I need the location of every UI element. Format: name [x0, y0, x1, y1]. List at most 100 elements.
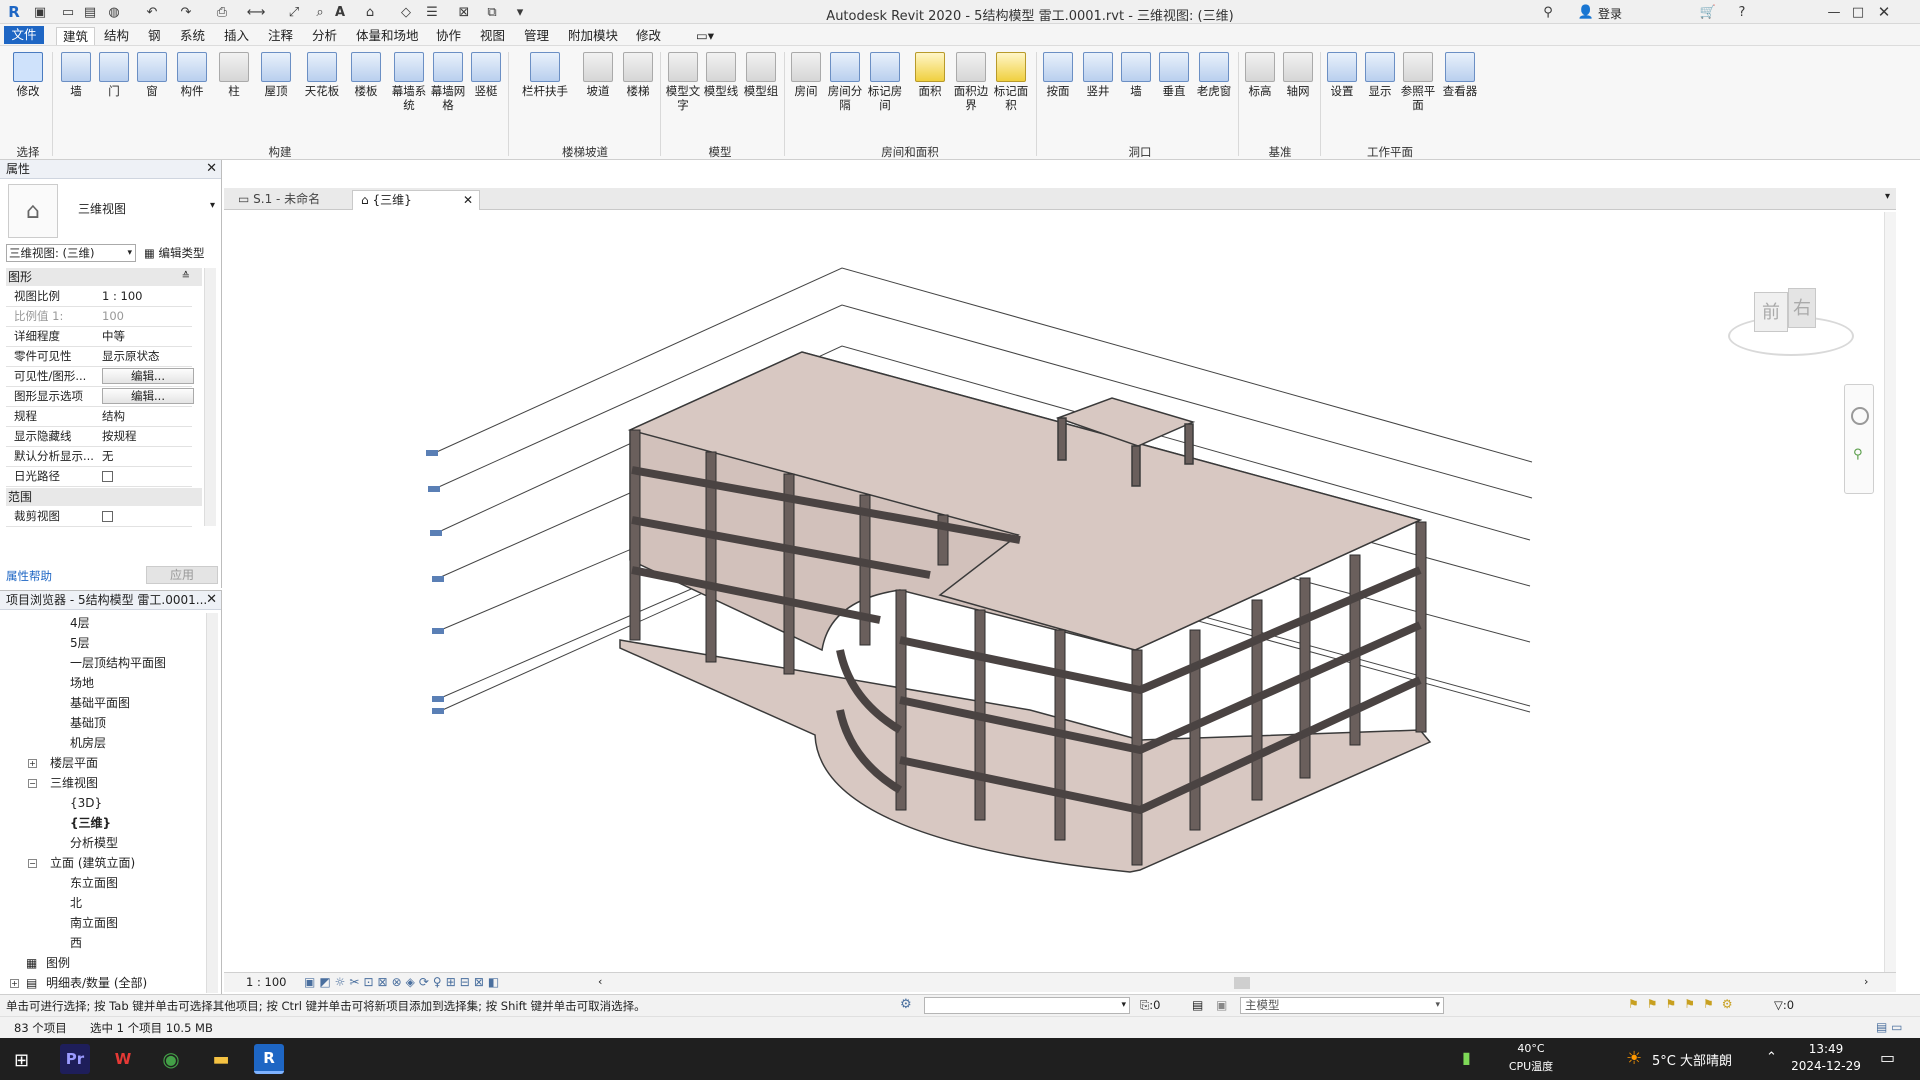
- tag-icon[interactable]: ⌕: [312, 4, 328, 20]
- redo-icon[interactable]: ↷: [178, 4, 194, 20]
- tree-item[interactable]: 北: [70, 895, 82, 911]
- customize-dropdown-icon[interactable]: ▾: [512, 4, 528, 20]
- tree-item[interactable]: 三维视图: [50, 775, 98, 791]
- room-button[interactable]: 房间: [788, 52, 824, 98]
- text-icon[interactable]: A: [332, 4, 348, 20]
- column-button[interactable]: 柱: [216, 52, 252, 98]
- tree-item[interactable]: 立面 (建筑立面): [50, 855, 135, 871]
- section-icon[interactable]: ◇: [398, 4, 414, 20]
- group-graphics[interactable]: 图形 ≙: [6, 268, 202, 286]
- structure-3d-model[interactable]: [224, 212, 1896, 972]
- viewer-button[interactable]: 查看器: [1440, 52, 1480, 98]
- mullion-button[interactable]: 竖梃: [468, 52, 504, 98]
- minimize-icon[interactable]: —: [1826, 4, 1842, 20]
- close-tab-icon[interactable]: ✕: [463, 191, 473, 210]
- model-line-button[interactable]: 模型线: [702, 52, 740, 98]
- tab-manage[interactable]: 管理: [518, 27, 555, 45]
- search-binoculars-icon[interactable]: ⚲: [1540, 4, 1556, 20]
- thin-lines-icon[interactable]: ☰: [424, 4, 440, 20]
- prop-row[interactable]: 显示隐藏线 按规程: [6, 427, 192, 447]
- tree-item[interactable]: 一层顶结构平面图: [70, 655, 166, 671]
- properties-scrollbar[interactable]: [204, 268, 216, 526]
- tabs-dropdown-icon[interactable]: ▾: [1885, 191, 1890, 202]
- tab-view-3d[interactable]: ⌂ {三维} ✕: [352, 190, 480, 210]
- revit-logo-icon[interactable]: R: [6, 3, 22, 21]
- set-workplane-button[interactable]: 设置: [1324, 52, 1360, 98]
- properties-help-link[interactable]: 属性帮助: [6, 568, 52, 584]
- collapse-toggle[interactable]: −: [28, 859, 37, 868]
- zoom-icon[interactable]: ⚲: [1853, 447, 1863, 462]
- close-icon[interactable]: ✕: [206, 160, 217, 178]
- expand-toggle[interactable]: +: [28, 759, 37, 768]
- tree-item[interactable]: 机房层: [70, 735, 106, 751]
- prop-row[interactable]: 详细程度 中等: [6, 327, 192, 347]
- weather-icon[interactable]: ☀: [1626, 1048, 1642, 1069]
- by-face-button[interactable]: 按面: [1042, 52, 1074, 98]
- edit-graphic-display-button[interactable]: 编辑...: [102, 388, 194, 404]
- horizontal-scroll-thumb[interactable]: [1234, 977, 1250, 989]
- instance-select[interactable]: 三维视图: (三维) ▾: [6, 244, 136, 262]
- design-option-dropdown[interactable]: 主模型 ▾: [1240, 997, 1444, 1014]
- tab-view[interactable]: 视图: [474, 27, 511, 45]
- crop-view-checkbox[interactable]: [102, 511, 113, 522]
- clock-time[interactable]: 13:49: [1796, 1042, 1856, 1056]
- tree-item[interactable]: 西: [70, 935, 82, 951]
- ramp-button[interactable]: 坡道: [580, 52, 616, 98]
- tab-modify[interactable]: 修改: [630, 27, 667, 45]
- tree-item[interactable]: 4层: [70, 615, 90, 631]
- measure-icon[interactable]: ⟷: [247, 4, 266, 20]
- panel-room-area[interactable]: 房间和面积: [860, 144, 960, 160]
- tag-room-button[interactable]: 标记房间: [866, 52, 904, 112]
- prop-row[interactable]: 视图比例 1 : 100: [6, 287, 192, 307]
- file-explorer-icon[interactable]: ▬: [206, 1044, 236, 1074]
- prop-row[interactable]: 默认分析显示... 无: [6, 447, 192, 467]
- type-name[interactable]: 三维视图: [78, 200, 126, 217]
- room-separator-button[interactable]: 房间分隔: [826, 52, 864, 112]
- tree-item[interactable]: 楼层平面: [50, 755, 98, 771]
- tree-item[interactable]: 基础顶: [70, 715, 106, 731]
- browser-scrollbar[interactable]: [206, 613, 218, 993]
- door-button[interactable]: 门: [96, 52, 132, 98]
- tree-item[interactable]: 基础平面图: [70, 695, 130, 711]
- view-scale[interactable]: 1 : 100: [246, 975, 286, 989]
- layout-icon[interactable]: ▤ ▭: [1876, 1020, 1903, 1034]
- tree-item[interactable]: 分析模型: [70, 835, 118, 851]
- help-icon[interactable]: ?: [1734, 4, 1750, 20]
- 3d-view-icon[interactable]: ⌂: [362, 4, 378, 20]
- vertical-opening-button[interactable]: 垂直: [1156, 52, 1192, 98]
- switch-windows-icon[interactable]: ⧉: [484, 4, 500, 20]
- window-button[interactable]: 窗: [134, 52, 170, 98]
- tab-systems[interactable]: 系统: [174, 27, 211, 45]
- show-workplane-button[interactable]: 显示: [1362, 52, 1398, 98]
- tree-item[interactable]: 图例: [46, 955, 70, 971]
- premiere-icon[interactable]: Pr: [60, 1044, 90, 1074]
- area-button[interactable]: 面积: [912, 52, 948, 98]
- steering-wheel-icon[interactable]: [1851, 407, 1869, 425]
- level-button[interactable]: 标高: [1242, 52, 1278, 98]
- tray-expand-icon[interactable]: ⌃: [1766, 1050, 1777, 1065]
- collapse-toggle[interactable]: −: [28, 779, 37, 788]
- tree-item[interactable]: {3D}: [70, 795, 102, 811]
- windows-start-icon[interactable]: ⊞: [14, 1050, 29, 1071]
- model-canvas[interactable]: 前 右 ⚲: [224, 212, 1896, 972]
- design-options-icon-2[interactable]: ▣: [1216, 998, 1227, 1012]
- tree-item[interactable]: 明细表/数量 (全部): [46, 975, 147, 991]
- wall-button[interactable]: 墙: [58, 52, 94, 98]
- model-group-button[interactable]: 模型组: [742, 52, 780, 98]
- area-boundary-button[interactable]: 面积边界: [952, 52, 990, 112]
- revit-taskbar-icon[interactable]: R: [254, 1044, 284, 1074]
- component-button[interactable]: 构件: [174, 52, 210, 98]
- open-icon[interactable]: ▭: [60, 4, 76, 20]
- clock-date[interactable]: 2024-12-29: [1790, 1059, 1862, 1073]
- tab-addins[interactable]: 附加模块: [562, 27, 624, 45]
- tab-structure[interactable]: 结构: [98, 27, 135, 45]
- browser-icon[interactable]: ◉: [156, 1044, 186, 1074]
- viewcube-front-face[interactable]: 前: [1754, 292, 1788, 332]
- weather-text[interactable]: 5°C 大部晴朗: [1652, 1050, 1732, 1069]
- tree-item[interactable]: 场地: [70, 675, 94, 691]
- undo-icon[interactable]: ↶: [144, 4, 160, 20]
- grid-button[interactable]: 轴网: [1280, 52, 1316, 98]
- prop-row[interactable]: 规程 结构: [6, 407, 192, 427]
- workset-dropdown[interactable]: ▾: [924, 997, 1130, 1014]
- tab-steel[interactable]: 钢: [142, 27, 167, 45]
